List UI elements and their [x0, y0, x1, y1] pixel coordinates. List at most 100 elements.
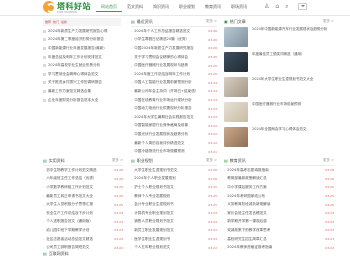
list-item-title[interactable]: 安全生产工作总结及下步计划 [46, 211, 112, 216]
nav-item[interactable]: 职场资讯 [226, 3, 252, 12]
list-item-title[interactable]: 中国新能源行业年度发展报告(最新) [48, 46, 123, 51]
list-item-title[interactable]: 初中生物教学工作计划范文精选 [46, 168, 112, 173]
list-item-title[interactable]: 学习贯彻全会精神心得体会范文 [48, 72, 123, 77]
list-item[interactable]: › 社区志愿者活动总结范文精选 03-23 [43, 235, 123, 244]
list-item-title[interactable]: 2024年个人工作总结报告精选范文 [134, 29, 206, 34]
list-item-title[interactable]: 双减政策下的教学改革思考 [227, 228, 323, 233]
list-item-title[interactable]: 高校研究生招生简章汇总 [227, 237, 323, 242]
list-item[interactable]: › 中国人工智能行业发展前景预测分析 03-24 [131, 79, 217, 88]
list-item-title[interactable]: 2024年第二季度经济形势分析报告 [48, 37, 123, 42]
list-item-title[interactable]: 2024年新质生产力发展研究报告心得 [48, 29, 123, 34]
list-item-title[interactable]: 2024年个人职业发展规划 [134, 176, 206, 181]
list-item-title[interactable]: 医学生职业生涯规划书 [134, 237, 206, 242]
list-item[interactable]: › 2024年个人工作总结报告精选范文 03-26 [131, 27, 217, 36]
list-item-title[interactable]: 中国智能家居行业竞争格局及前景 [134, 123, 206, 128]
list-item[interactable]: 年度总结及明年工作计划安排范文 [43, 53, 123, 62]
list-item-title[interactable]: 中小学课后服务工作方案 [227, 185, 323, 190]
list-item[interactable]: 中国新能源行业年度发展报告(最新) [43, 44, 123, 53]
list-item-title[interactable]: 最新员工转正申请书范文大全 [46, 194, 112, 199]
list-item[interactable]: › 新学期开学第一课观后感 03-24 [224, 218, 334, 227]
article-thumbnail[interactable] [224, 52, 248, 72]
hot-article-title[interactable]: 2024年中国新能源汽车行业发展现状及趋势分析 [252, 27, 327, 32]
list-item[interactable]: 关于推进乡村振兴工作的调研报告 [43, 79, 123, 88]
list-item-title[interactable]: 最新个人简历自我评价精选范文 [134, 141, 206, 146]
list-item-title[interactable]: 教育部最新政策解读汇总 [227, 176, 323, 181]
list-item[interactable]: 企业年度财务分析报告范本大全 [43, 96, 123, 105]
list-item[interactable]: › 最新员工转正申请书范文大全 03-25 [43, 192, 123, 201]
search-icon[interactable]: ⌕ [285, 3, 288, 10]
list-item-title[interactable]: 家长会班主任发言稿范文 [227, 211, 323, 216]
list-item-title[interactable]: 2024年高考志愿填报指南 [227, 168, 323, 173]
list-item[interactable]: › 个人述职报告范文（通用版） 03-24 [43, 218, 123, 227]
list-item[interactable]: 2024年高校毕业生就业形势分析 [43, 61, 123, 70]
list-item-title[interactable]: 新学期开学第一课观后感 [227, 219, 323, 224]
section-more-link[interactable]: 更多 > [206, 158, 217, 163]
list-item[interactable]: › 中国动力电池行业供需现状分析报告 03-23 [131, 104, 217, 113]
nav-item[interactable]: 范文资料 [122, 3, 148, 12]
list-item-title[interactable]: 大学生入党积极分子思想汇报 [46, 202, 112, 207]
list-item-title[interactable]: 幼儿园中班下学期教学计划 [46, 228, 112, 233]
list-item-title[interactable]: 销售人员职业规划书范文 [134, 219, 206, 224]
list-item-title[interactable]: 2024年高校毕业生就业形势分析 [48, 63, 123, 68]
list-item[interactable]: › 最新公司年会主持词（开场白+结束语） 03-24 [131, 87, 217, 96]
list-item-title[interactable]: 计算机专业职业规划范文 [134, 211, 206, 216]
list-item-title[interactable]: 新员工职业发展规划范文 [134, 228, 206, 233]
list-item[interactable]: › 中国在线教育行业市场运行现状分析 03-24 [131, 96, 217, 105]
list-item[interactable]: › 计算机专业职业规划范文 03-24 [131, 209, 217, 218]
list-item[interactable]: › 小学生寒假日记精选20篇（优秀） 03-26 [131, 36, 217, 45]
list-item-title[interactable]: 中国2024年新质生产力发展研究报告 [134, 46, 206, 51]
list-item[interactable]: › 教师个人专业发展规划 03-25 [131, 192, 217, 201]
list-item[interactable]: › 销售人员职业规划书范文 03-24 [131, 218, 217, 227]
list-item-title[interactable]: 企业年度财务分析报告范本大全 [48, 98, 123, 103]
list-item-title[interactable]: 2024年考研国家线公布 [227, 194, 323, 199]
article-thumbnail[interactable] [224, 102, 248, 122]
list-item[interactable]: › 护士个人职业规划书范文 03-25 [131, 183, 217, 192]
list-item-title[interactable]: 中国动力电池行业供需现状分析报告 [134, 106, 206, 111]
list-item[interactable]: › 幼儿园中班下学期教学计划 03-23 [43, 226, 123, 235]
list-item[interactable]: › 高校研究生招生简章汇总 03-23 [224, 235, 334, 244]
list-item[interactable]: › 家长会班主任发言稿范文 03-24 [224, 209, 334, 218]
list-item-title[interactable]: 中国光伏行业发展现状及趋势分析 [134, 132, 206, 137]
hot-article-item[interactable]: 中国医疗器械行业市场前景预测 [224, 102, 334, 126]
list-item-title[interactable]: 中国医疗器械行业发展现状与趋势 [134, 63, 206, 68]
list-item[interactable]: › 2024年度工作总结及明年工作计划 03-25 [131, 70, 217, 79]
home-icon[interactable]: ⌂ [275, 3, 279, 10]
list-item-title[interactable]: 教师个人专业发展规划 [134, 194, 206, 199]
list-item-title[interactable]: 2024年度工作总结及明年工作计划 [134, 72, 206, 77]
list-item[interactable]: › 六年级班主任工作总结（优秀） 03-26 [43, 175, 123, 184]
list-item-title[interactable]: 个人述职报告范文（通用版） [46, 219, 112, 224]
list-item-title[interactable]: 护士个人职业规划书范文 [134, 185, 206, 190]
list-item-title[interactable]: 小学数学教研组工作计划范文 [46, 185, 112, 190]
nav-item[interactable]: 教育资讯 [200, 3, 226, 12]
list-item-title[interactable]: 年度总结及明年工作计划安排范文 [48, 55, 123, 60]
list-item[interactable]: › 医学生职业生涯规划书 03-23 [131, 235, 217, 244]
list-item[interactable]: › 中国医疗器械行业发展现状与趋势 03-25 [131, 61, 217, 70]
hot-article-title[interactable]: 2024年全国两会学习心得体会范文 [252, 127, 306, 132]
hot-article-title[interactable]: 年度最佳员工颁奖词精选（通用） [252, 52, 305, 57]
list-item[interactable]: › 2024年个人职业发展规划 03-26 [131, 175, 217, 184]
list-item[interactable]: › 义务教育阶段减负新规解读 03-25 [224, 200, 334, 209]
hot-article-title[interactable]: 2024年大学生职业生涯规划书范文大全 [252, 77, 313, 82]
list-item-title[interactable]: 2024年大学生暑期社会实践报告范文 [134, 115, 206, 120]
list-item-title[interactable]: 中国在线教育行业市场运行现状分析 [134, 98, 206, 103]
list-item[interactable]: › 2024年大学生暑期社会实践报告范文 03-23 [131, 113, 217, 122]
hot-articles-more-link[interactable]: 更多 > [323, 19, 334, 24]
list-item[interactable]: › 大学生入党积极分子思想汇报 03-25 [43, 200, 123, 209]
list-item[interactable]: › 教育部最新政策解读汇总 03-26 [224, 175, 334, 184]
list-item-title[interactable]: 义务教育阶段减负新规解读 [227, 202, 323, 207]
recent-news-more-link[interactable]: 更多 > [206, 19, 217, 24]
menu-dropdown-button[interactable] [298, 3, 307, 10]
list-item[interactable]: › 中国智能家居行业竞争格局及前景 03-22 [131, 122, 217, 131]
list-item-title[interactable]: 最新公司年会主持词（开场白+结束语） [134, 89, 206, 94]
list-item-title[interactable]: 关于推进乡村振兴工作的调研报告 [48, 80, 123, 85]
featured-banner[interactable]: 推荐 热门 最新 [43, 18, 121, 26]
section-more-link[interactable]: 更多 > [323, 158, 334, 163]
list-item-title[interactable]: 中国人工智能行业发展前景预测分析 [134, 80, 206, 85]
list-item[interactable]: › 中小学课后服务工作方案 03-25 [224, 183, 334, 192]
list-item-title[interactable]: 会计专业职业生涯规划书 [134, 202, 206, 207]
hot-article-title[interactable]: 中国医疗器械行业市场前景预测 [252, 102, 301, 107]
list-item[interactable]: › 中国光伏行业发展现状及趋势分析 03-22 [131, 130, 217, 139]
list-item[interactable]: › 新员工职业发展规划范文 03-23 [131, 226, 217, 235]
list-item[interactable]: › 大学生职业生涯规划书范文 03-26 [131, 166, 217, 175]
list-item[interactable]: › 初中生物教学工作计划范文精选 03-26 [43, 166, 123, 175]
